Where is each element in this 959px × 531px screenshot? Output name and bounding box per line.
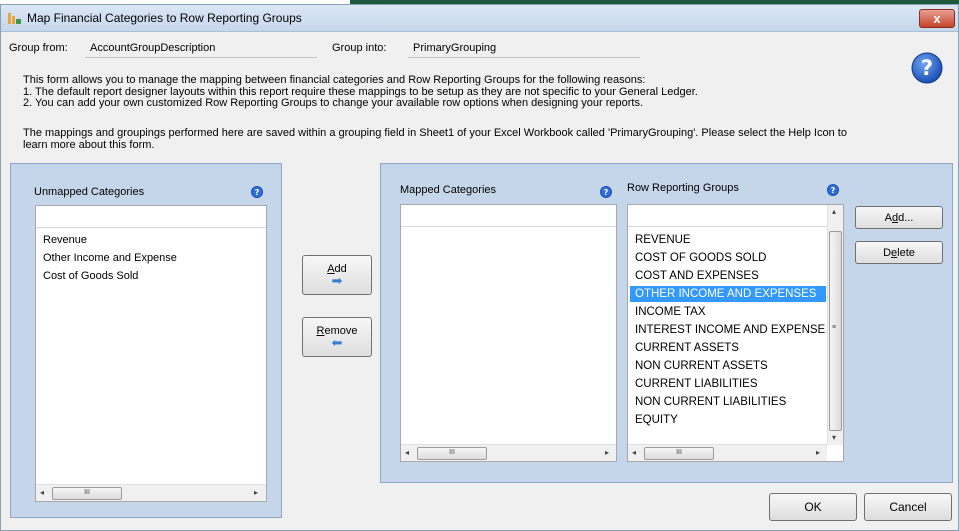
description-line: The mappings and groupings performed her… [23, 127, 847, 139]
svg-text:?: ? [831, 186, 836, 195]
scroll-left-icon[interactable]: ◂ [632, 448, 636, 457]
row-group-item[interactable]: OTHER INCOME AND EXPENSES [630, 286, 826, 302]
add-group-label-pre: A [884, 211, 892, 224]
listbox-header-row [36, 206, 266, 228]
svg-text:?: ? [604, 188, 609, 197]
dialog-window: Map Financial Categories to Row Reportin… [0, 4, 959, 531]
ok-button[interactable]: OK [769, 493, 857, 521]
add-group-button[interactable]: Add... [855, 206, 943, 229]
right-arrow-icon: ➡ [331, 273, 343, 288]
row-group-item[interactable]: INTEREST INCOME AND EXPENSE [633, 322, 825, 338]
scroll-right-icon[interactable]: ▸ [254, 488, 258, 497]
row-group-item[interactable]: COST OF GOODS SOLD [633, 250, 766, 266]
mapping-panel: Mapped Categories ? Row Reporting Groups… [380, 163, 953, 483]
group-into-underline [408, 57, 640, 58]
horizontal-scrollbar[interactable]: ◂ III ▸ [401, 444, 616, 461]
unmapped-panel: Unmapped Categories ? Revenue Other Inco… [10, 163, 282, 518]
scroll-thumb[interactable]: III [417, 447, 487, 460]
scroll-up-icon[interactable]: ▴ [832, 207, 836, 216]
delete-group-button[interactable]: Delete [855, 241, 943, 264]
add-mapping-button[interactable]: Add ➡ [302, 255, 372, 295]
unmapped-listbox[interactable]: Revenue Other Income and Expense Cost of… [35, 205, 267, 502]
description-line: learn more about this form. [23, 138, 155, 151]
description-line: 2. You can add your own customized Row R… [23, 97, 644, 109]
scroll-thumb[interactable]: ≡ [829, 231, 842, 431]
description-block: This form allows you to manage the mappi… [23, 74, 923, 110]
row-group-item[interactable]: CURRENT LIABILITIES [633, 376, 758, 392]
group-from-underline [85, 57, 317, 58]
scroll-right-icon[interactable]: ▸ [605, 448, 609, 457]
row-groups-label: Row Reporting Groups [627, 182, 739, 194]
scroll-thumb[interactable]: III [644, 447, 714, 460]
help-icon[interactable]: ? [827, 184, 839, 196]
window-title: Map Financial Categories to Row Reportin… [27, 11, 302, 25]
group-into-label: Group into: [332, 42, 387, 54]
horizontal-scrollbar[interactable]: ◂ III ▸ [628, 444, 827, 461]
vertical-scrollbar[interactable]: ▴ ≡ ▾ [827, 205, 843, 445]
group-into-value: PrimaryGrouping [413, 42, 497, 54]
unmapped-label: Unmapped Categories [34, 186, 145, 198]
list-item[interactable]: Revenue [43, 234, 87, 246]
scroll-thumb[interactable]: III [52, 487, 122, 500]
help-icon[interactable]: ? [600, 186, 612, 198]
svg-text:?: ? [255, 188, 260, 197]
group-from-value: AccountGroupDescription [90, 42, 216, 54]
remove-mapping-button[interactable]: Remove ⬅ [302, 317, 372, 357]
list-item[interactable]: Other Income and Expense [43, 252, 177, 264]
row-group-item[interactable]: COST AND EXPENSES [633, 268, 759, 284]
help-icon[interactable]: ? [251, 186, 263, 198]
description-block-2: The mappings and groupings performed her… [23, 127, 933, 151]
listbox-header-row [628, 205, 827, 227]
mapped-label: Mapped Categories [400, 184, 497, 196]
scroll-right-icon[interactable]: ▸ [816, 448, 820, 457]
listbox-header-row [401, 205, 616, 227]
row-group-item[interactable]: EQUITY [633, 412, 678, 428]
row-group-item[interactable]: INCOME TAX [633, 304, 706, 320]
title-bar[interactable]: Map Financial Categories to Row Reportin… [1, 5, 958, 32]
scroll-left-icon[interactable]: ◂ [40, 488, 44, 497]
row-group-item[interactable]: NON CURRENT ASSETS [633, 358, 768, 374]
delete-label-pre: D [883, 246, 892, 259]
add-group-label-rest: d... [898, 211, 914, 224]
close-button[interactable]: x [919, 9, 955, 28]
app-icon [8, 12, 22, 25]
description-line: This form allows you to manage the mappi… [23, 74, 646, 86]
list-item[interactable]: Cost of Goods Sold [43, 270, 138, 282]
scroll-grip-icon: ≡ [832, 324, 837, 331]
row-group-item[interactable]: REVENUE [633, 232, 691, 248]
row-group-item[interactable]: CURRENT ASSETS [633, 340, 739, 356]
cancel-button[interactable]: Cancel [864, 493, 952, 521]
scroll-down-icon[interactable]: ▾ [832, 433, 836, 442]
horizontal-scrollbar[interactable]: ◂ III ▸ [36, 484, 266, 501]
delete-label-rest: lete [897, 246, 915, 259]
group-from-label: Group from: [9, 42, 68, 54]
row-group-item[interactable]: NON CURRENT LIABILITIES [633, 394, 786, 410]
mapped-listbox[interactable]: ◂ III ▸ [400, 204, 617, 462]
left-arrow-icon: ⬅ [331, 335, 343, 350]
row-groups-listbox[interactable]: REVENUE COST OF GOODS SOLD COST AND EXPENS… [627, 204, 844, 462]
scroll-left-icon[interactable]: ◂ [405, 448, 409, 457]
